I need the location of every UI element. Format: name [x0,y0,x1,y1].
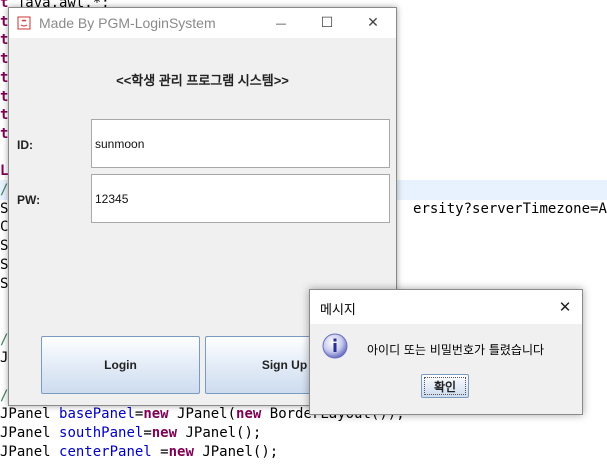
window-titlebar[interactable]: Made By PGM-LoginSystem — ☐ ✕ [9,8,396,38]
code-token: JPanel(); [177,425,262,442]
code-token: JPanel(); [193,443,279,460]
code-line: JPanel southPanel=new JPanel(); [0,424,261,442]
pw-input-value: 12345 [95,191,129,206]
code-token: = [151,443,169,460]
id-input[interactable]: sunmoon [91,119,390,168]
signup-button-label: Sign Up [261,358,308,372]
code-token: JPanel [0,425,60,442]
close-icon: ✕ [367,15,379,31]
code-token: southPanel [59,425,144,442]
dialog-message: 아이디 또는 비밀번호가 틀렸습니다 [367,343,545,357]
code-token: JPanel [0,443,60,460]
close-icon: ✕ [558,298,572,316]
code-token: new [151,425,178,442]
message-dialog: 메시지 ✕ 아이디 또는 비밀번호가 틀렸습니다 확인 [309,289,583,415]
code-token: centerPanel [59,443,152,460]
dialog-close-button[interactable]: ✕ [548,290,582,324]
code-token: JPanel( [168,406,237,423]
window-title: Made By PGM-LoginSystem [39,15,216,31]
code-token: new [236,406,262,423]
code-token: new [143,406,169,423]
code-token: = [143,425,152,442]
pw-label: PW: [17,193,41,207]
maximize-button[interactable]: ☐ [304,8,350,38]
id-input-value: sunmoon [95,136,145,151]
id-label: ID: [17,138,33,152]
java-app-icon [17,16,31,30]
close-button[interactable]: ✕ [350,8,396,38]
minimize-button[interactable]: — [258,8,304,38]
focus-ring [424,377,466,395]
minimize-icon: — [275,17,287,30]
login-button[interactable]: Login [41,336,200,394]
code-token: new [168,443,194,460]
login-button-label: Login [104,358,137,372]
ok-button[interactable]: 확인 [421,374,469,398]
pw-input[interactable]: 12345 [91,174,390,223]
info-icon [322,333,348,359]
code-token: JPanel [0,406,60,423]
maximize-icon: ☐ [320,15,334,31]
code-token: basePanel [59,406,135,423]
dialog-titlebar[interactable]: 메시지 ✕ [310,290,582,324]
program-heading: <<학생 관리 프로그램 시스템>> [116,73,289,88]
code-line: JPanel centerPanel =new JPanel(); [0,443,278,461]
dialog-title: 메시지 [320,303,356,318]
